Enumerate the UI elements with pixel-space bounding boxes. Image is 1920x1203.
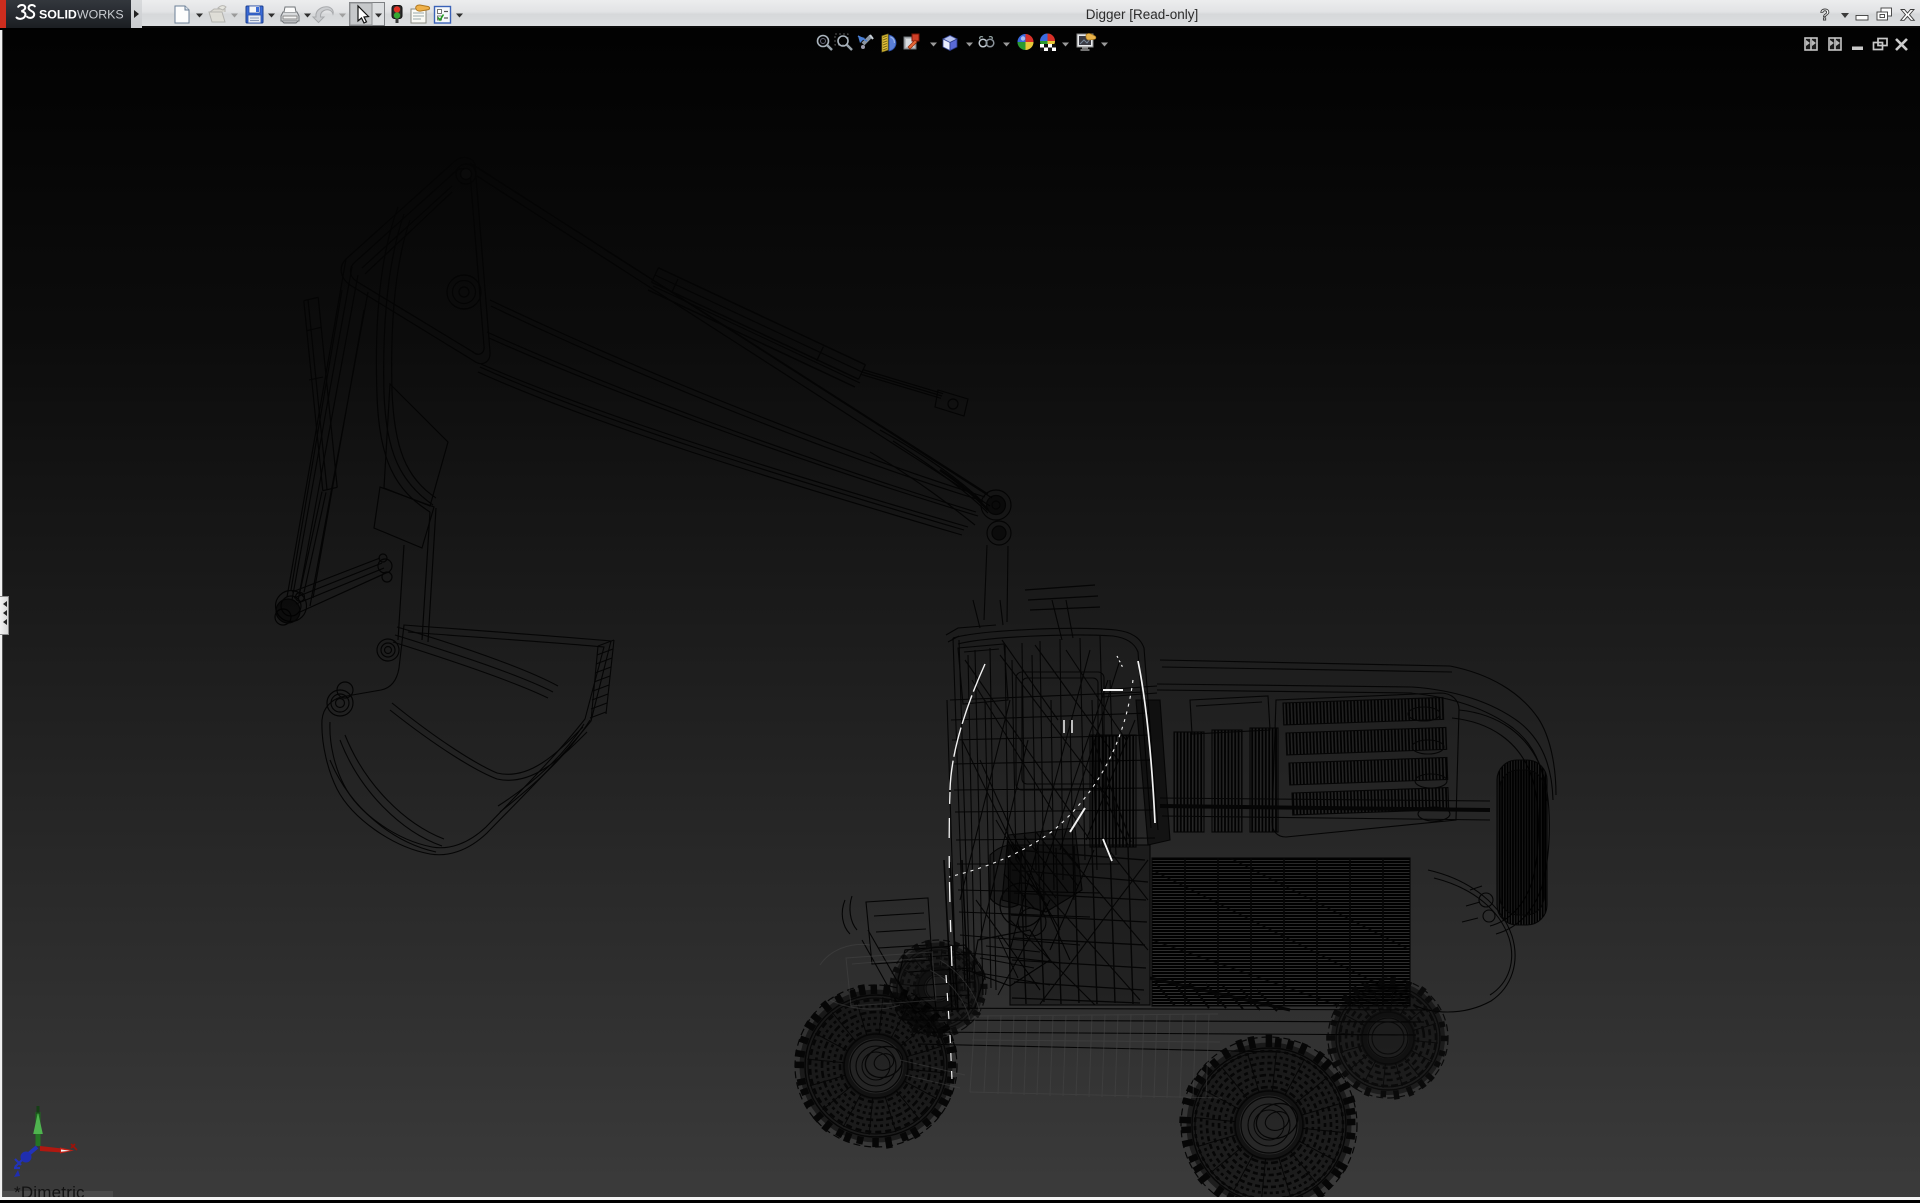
- svg-text:?: ?: [1820, 7, 1830, 24]
